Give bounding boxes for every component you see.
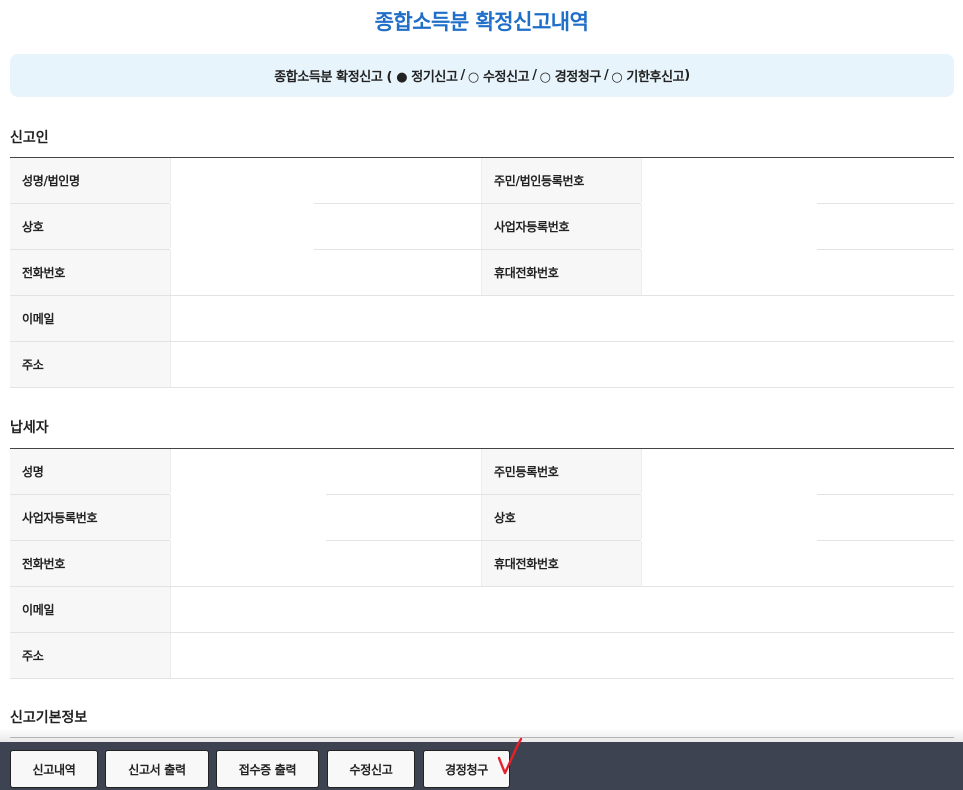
report-type-prefix: 종합소득분 확정신고 ( xyxy=(274,70,393,85)
table-row: 주소 xyxy=(10,342,954,388)
taxpayer-name-value xyxy=(170,449,481,494)
amend-report-button[interactable]: 수정신고 xyxy=(327,750,415,788)
report-type-box: 종합소득분 확정신고 ( ● 정기신고 / ○ 수정신고 / ○ 경정청구 / … xyxy=(10,54,954,97)
taxpayer-bizno-label: 사업자등록번호 xyxy=(10,495,170,540)
reporter-bizno-label: 사업자등록번호 xyxy=(481,204,641,249)
radio-amend[interactable]: ○ 수정신고 xyxy=(467,66,530,85)
print-receipt-button[interactable]: 접수증 출력 xyxy=(216,750,319,788)
basic-info-section-title: 신고기본정보 xyxy=(10,710,88,726)
radio-regular[interactable]: ● 정기신고 xyxy=(396,66,458,85)
taxpayer-section-title: 납세자 xyxy=(10,420,49,436)
radio-label: 기한후신고 xyxy=(626,70,685,85)
taxpayer-table: 성명 주민등록번호 사업자등록번호 상호 전화번호 휴대전화번호 이메일 주소 xyxy=(10,448,954,679)
reporter-regno-label: 주민/법인등록번호 xyxy=(481,158,641,203)
radio-label: 수정신고 xyxy=(483,70,530,85)
radio-marker: ○ xyxy=(539,70,551,85)
separator: / xyxy=(532,68,537,83)
taxpayer-trade-name-value xyxy=(641,495,954,540)
table-row: 이메일 xyxy=(10,296,954,342)
radio-label: 정기신고 xyxy=(411,70,458,85)
reporter-address-value xyxy=(170,342,954,387)
reporter-phone-value xyxy=(170,250,481,295)
taxpayer-mobile-label: 휴대전화번호 xyxy=(481,541,641,586)
table-row: 상호 사업자등록번호 xyxy=(10,204,954,251)
table-row: 사업자등록번호 상호 xyxy=(10,495,954,542)
taxpayer-regno-value xyxy=(641,449,954,494)
page-title: 종합소득분 확정신고내역 xyxy=(374,10,589,34)
taxpayer-address-value xyxy=(170,633,954,678)
taxpayer-email-label: 이메일 xyxy=(10,587,170,632)
radio-marker: ○ xyxy=(611,70,623,85)
taxpayer-phone-value xyxy=(170,541,481,586)
reporter-phone-label: 전화번호 xyxy=(10,250,170,295)
reporter-name-value xyxy=(170,158,481,203)
reporter-address-label: 주소 xyxy=(10,342,170,387)
reporter-name-label: 성명/법인명 xyxy=(10,158,170,203)
reporter-mobile-value xyxy=(641,250,954,295)
page: 종합소득분 확정신고내역 종합소득분 확정신고 ( ● 정기신고 / ○ 수정신… xyxy=(0,0,963,790)
reporter-trade-name-value xyxy=(170,204,481,249)
radio-marker: ● xyxy=(396,70,408,85)
table-row: 성명/법인명 주민/법인등록번호 xyxy=(10,158,954,205)
table-row: 이메일 xyxy=(10,587,954,633)
reporter-mobile-label: 휴대전화번호 xyxy=(481,250,641,295)
reporter-table: 성명/법인명 주민/법인등록번호 상호 사업자등록번호 전화번호 휴대전화번호 … xyxy=(10,157,954,388)
reporter-email-value xyxy=(170,296,954,341)
reporter-email-label: 이메일 xyxy=(10,296,170,341)
reporter-regno-value xyxy=(641,158,954,203)
table-row: 성명 주민등록번호 xyxy=(10,449,954,496)
separator: / xyxy=(460,68,466,83)
print-report-button[interactable]: 신고서 출력 xyxy=(105,750,209,788)
table-row: 전화번호 휴대전화번호 xyxy=(10,250,954,296)
radio-label: 경정청구 xyxy=(554,70,602,85)
report-type-suffix: ) xyxy=(684,68,690,83)
bottom-action-bar: 신고내역 신고서 출력 접수증 출력 수정신고 경정청구 xyxy=(0,742,963,790)
red-check-annotation-icon xyxy=(497,737,523,775)
scroll-fade xyxy=(0,728,963,742)
radio-marker: ○ xyxy=(467,70,479,85)
taxpayer-address-label: 주소 xyxy=(10,633,170,678)
taxpayer-email-value xyxy=(170,587,954,632)
taxpayer-trade-name-label: 상호 xyxy=(481,495,641,540)
report-history-button[interactable]: 신고내역 xyxy=(10,750,98,788)
table-row: 주소 xyxy=(10,633,954,679)
separator: / xyxy=(603,68,609,83)
taxpayer-regno-label: 주민등록번호 xyxy=(481,449,641,494)
reporter-section-title: 신고인 xyxy=(10,130,49,146)
taxpayer-bizno-value xyxy=(170,495,481,540)
radio-correction[interactable]: ○ 경정청구 xyxy=(539,66,602,85)
taxpayer-mobile-value xyxy=(641,541,954,586)
reporter-trade-name-label: 상호 xyxy=(10,204,170,249)
taxpayer-name-label: 성명 xyxy=(10,449,170,494)
radio-late[interactable]: ○ 기한후신고 xyxy=(611,66,684,85)
reporter-bizno-value xyxy=(641,204,954,249)
table-row: 전화번호 휴대전화번호 xyxy=(10,541,954,587)
taxpayer-phone-label: 전화번호 xyxy=(10,541,170,586)
